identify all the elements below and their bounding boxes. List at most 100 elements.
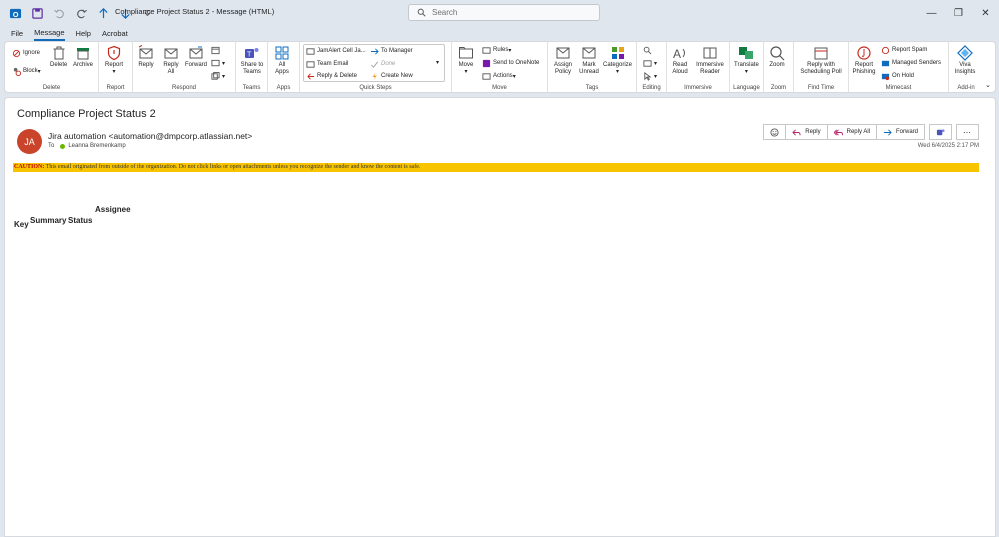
related-icon xyxy=(643,59,652,67)
teams-share-button[interactable] xyxy=(929,124,952,140)
lightning-icon xyxy=(372,72,377,80)
tags-group-label: Tags xyxy=(585,85,599,91)
avatar[interactable]: JA xyxy=(17,129,42,154)
actions-button[interactable]: Actions ▾ xyxy=(482,71,516,81)
forward-button[interactable]: Forward xyxy=(185,45,207,69)
maximize-button[interactable]: ❐ xyxy=(945,0,972,26)
archive-button[interactable]: Archive xyxy=(73,45,93,69)
forward-action-button[interactable]: Forward xyxy=(876,124,925,140)
assign-policy-button[interactable]: Assign Policy xyxy=(552,45,574,76)
language-group: Translate ▾ Language xyxy=(730,42,764,92)
report-spam-button[interactable]: Report Spam xyxy=(881,45,927,55)
message-subject: Compliance Project Status 2 xyxy=(17,108,156,120)
cursor-icon xyxy=(644,71,652,81)
all-apps-button[interactable]: All Apps xyxy=(274,45,290,76)
minimize-button[interactable]: — xyxy=(918,0,945,26)
on-hold-button[interactable]: On Hold xyxy=(881,71,914,81)
block-label: Block xyxy=(23,68,38,74)
reply-action-button[interactable]: Reply xyxy=(786,124,828,140)
sender-name[interactable]: Jira automation <automation@dmpcorp.atla… xyxy=(48,131,252,141)
ignore-button[interactable]: Ignore xyxy=(12,48,40,58)
quickstep-jamalert[interactable]: JamAlert Cell Ja... xyxy=(306,46,366,56)
delete-group: Ignore Block ▾ Delete Archive Delete xyxy=(5,42,99,92)
mimecast-group-label: Mimecast xyxy=(885,85,912,91)
message-date: Wed 6/4/2025 2:17 PM xyxy=(917,143,979,149)
redo-icon[interactable] xyxy=(74,6,88,20)
immersive-reader-button[interactable]: Immersive Reader xyxy=(694,45,726,76)
select-button[interactable]: ▾ xyxy=(643,71,657,81)
close-button[interactable]: ✕ xyxy=(972,0,999,26)
mark-unread-button[interactable]: Mark Unread xyxy=(578,45,600,76)
reply-scheduling-poll-label: Reply with Scheduling Poll xyxy=(800,62,842,75)
reply-all-action-button[interactable]: Reply All xyxy=(827,124,877,140)
block-button[interactable]: Block ▾ xyxy=(12,66,41,76)
categorize-button[interactable]: Categorize ▾ xyxy=(603,45,632,76)
calendar-icon xyxy=(211,46,220,54)
translate-button[interactable]: Translate ▾ xyxy=(734,45,759,76)
move-button[interactable]: Move ▾ xyxy=(458,45,474,76)
forward-arrow-icon xyxy=(883,128,892,136)
reply-scheduling-poll-button[interactable]: Reply with Scheduling Poll xyxy=(797,45,845,76)
rules-button[interactable]: Rules ▾ xyxy=(482,45,511,55)
rules-icon xyxy=(482,46,491,54)
onenote-button[interactable]: Send to OneNote xyxy=(482,58,539,68)
caution-banner: CAUTION: This email originated from outs… xyxy=(13,163,979,172)
reply-action-label: Reply xyxy=(805,129,821,135)
quickstep-done[interactable]: Done xyxy=(370,59,395,69)
ribbon-collapse-button[interactable]: ⌄ xyxy=(985,80,991,90)
related-button[interactable]: ▾ xyxy=(643,58,657,68)
save-icon[interactable] xyxy=(30,6,44,20)
report-spam-label: Report Spam xyxy=(892,47,928,53)
arrow-up-icon[interactable] xyxy=(96,6,110,20)
zoom-button[interactable]: Zoom xyxy=(769,45,785,69)
outlook-logo-icon: O xyxy=(8,6,22,20)
meeting-button[interactable] xyxy=(211,45,222,55)
categorize-label: Categorize xyxy=(603,62,633,68)
mark-unread-label: Mark Unread xyxy=(579,62,599,75)
recipient-name[interactable]: Leanna Bremenkamp xyxy=(68,143,125,149)
mimecast-group: Report Phishing Report Spam Managed Send… xyxy=(849,42,949,92)
read-aloud-button[interactable]: A Read Aloud xyxy=(670,45,690,76)
reply-all-button[interactable]: Reply All xyxy=(162,45,180,76)
reply-button[interactable]: Reply xyxy=(138,45,154,69)
quickstep-team-email-label: Team Email xyxy=(317,61,349,67)
im-button[interactable]: ▾ xyxy=(211,58,225,68)
report-group: Report ▾ Report xyxy=(99,42,133,92)
delete-button[interactable]: Delete xyxy=(50,45,67,69)
more-actions-button[interactable]: ⋯ xyxy=(956,124,979,140)
reply-all-action-label: Reply All xyxy=(846,129,870,135)
tab-message[interactable]: Message xyxy=(34,26,65,41)
quickstep-create-new[interactable]: Create New xyxy=(370,71,413,81)
more-respond-button[interactable]: ▾ xyxy=(211,71,225,81)
find-button[interactable] xyxy=(643,45,654,55)
tab-help[interactable]: Help xyxy=(76,27,91,40)
tab-file[interactable]: File xyxy=(11,27,23,40)
tab-acrobat[interactable]: Acrobat xyxy=(102,27,128,40)
report-phishing-button[interactable]: Report Phishing xyxy=(852,45,876,76)
svg-text:O: O xyxy=(12,9,18,18)
findtime-group-label: Find Time xyxy=(807,85,835,91)
quicksteps-group-label: Quick Steps xyxy=(359,85,392,91)
quickstep-to-manager[interactable]: To Manager xyxy=(370,46,413,56)
quickstep-to-manager-label: To Manager xyxy=(381,48,413,54)
zoom-label: Zoom xyxy=(769,62,785,68)
immersive-group-label: Immersive xyxy=(684,85,712,91)
actions-label: Actions xyxy=(493,73,513,79)
managed-senders-button[interactable]: Managed Senders xyxy=(881,58,941,68)
smiley-icon xyxy=(770,127,779,137)
share-to-teams-button[interactable]: T Share to Teams xyxy=(239,45,265,76)
menu-bar: File Message Help Acrobat xyxy=(0,26,999,41)
immersive-group: A Read Aloud Immersive Reader Immersive xyxy=(667,42,730,92)
rules-label: Rules xyxy=(493,47,509,53)
quicksteps-more[interactable]: ▾ xyxy=(436,57,439,67)
undo-icon[interactable] xyxy=(52,6,66,20)
quickstep-team-email[interactable]: Team Email xyxy=(306,59,348,69)
chat-icon xyxy=(211,59,220,66)
report-group-label: Report xyxy=(106,85,125,91)
viva-insights-button[interactable]: Viva Insights xyxy=(953,45,977,76)
report-button[interactable]: Report ▾ xyxy=(105,45,123,76)
emoji-reaction-button[interactable] xyxy=(763,124,787,140)
search-box[interactable]: Search xyxy=(408,4,600,21)
quickstep-reply-delete[interactable]: Reply & Delete xyxy=(306,71,357,81)
mail-icon xyxy=(306,47,315,55)
